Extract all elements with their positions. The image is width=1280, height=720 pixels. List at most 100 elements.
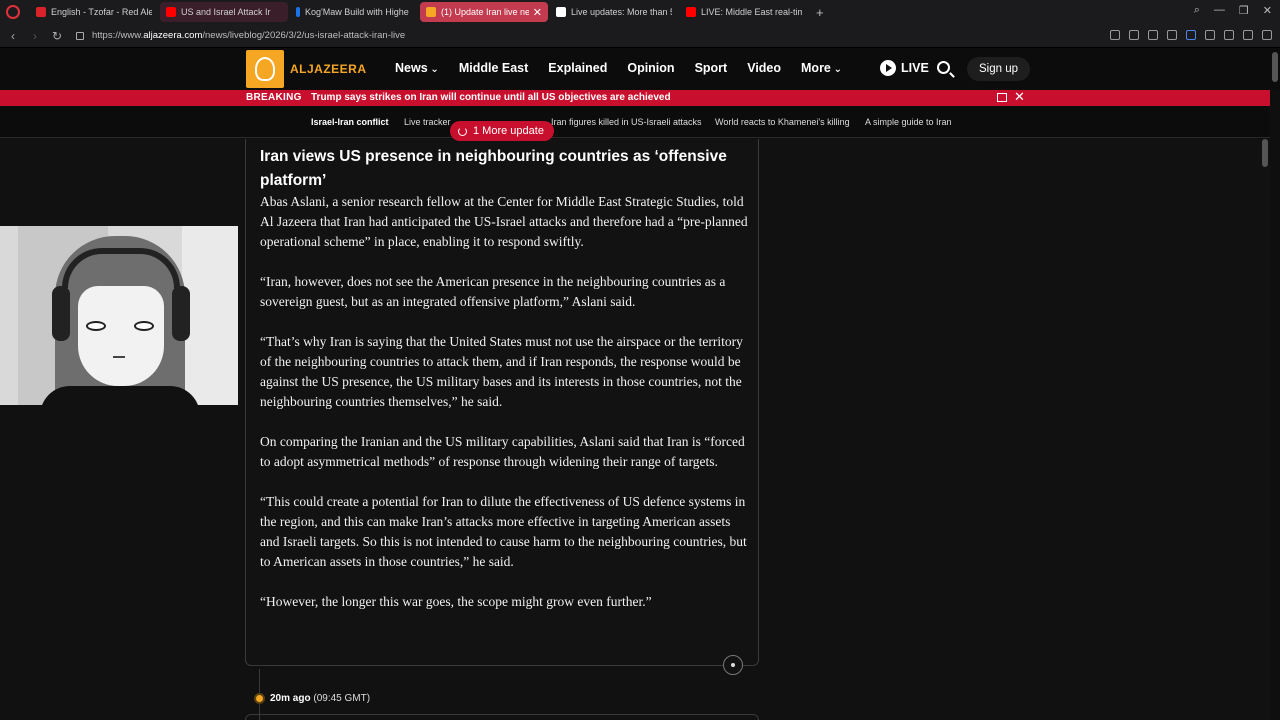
tab-label: English - Tzofar - Red Alert <box>51 7 152 17</box>
new-tab-plus-icon[interactable]: + <box>816 5 824 20</box>
headphone-left <box>52 286 70 341</box>
kogmaw-favicon-icon <box>296 7 300 17</box>
more-update-label: 1 More update <box>473 125 544 137</box>
header-scrollbar[interactable] <box>1272 52 1278 82</box>
ap-favicon-icon <box>556 7 566 17</box>
window-controls: ⌕ — ❐ ✕ <box>1194 4 1272 17</box>
post-body: Abas Aslani, a senior research fellow at… <box>260 192 748 632</box>
minimize-icon[interactable]: — <box>1214 4 1225 17</box>
close-icon[interactable]: ✕ <box>1014 90 1025 104</box>
share-button[interactable] <box>723 655 743 675</box>
nav-more[interactable]: More ⌄ <box>801 61 842 75</box>
nav-middle-east[interactable]: Middle East <box>459 61 528 75</box>
breaking-label: BREAKING <box>246 92 302 103</box>
music-icon[interactable] <box>1186 30 1196 40</box>
topic-link-live-tracker[interactable]: Live tracker <box>404 117 451 127</box>
url-prefix: https://www. <box>92 30 144 41</box>
topic-link-figures-killed[interactable]: Iran figures killed in US-Israeli attack… <box>551 117 702 127</box>
opera-logo-icon[interactable] <box>6 5 20 19</box>
post-paragraph: “However, the longer this war goes, the … <box>260 594 652 609</box>
topic-link-world-reacts[interactable]: World reacts to Khamenei's killing <box>715 117 850 127</box>
logo-text[interactable]: ALJAZEERA <box>290 62 367 76</box>
tab-ap-live[interactable]: Live updates: More than 5 <box>550 2 678 22</box>
time-ago: 20m ago <box>270 693 311 704</box>
breaking-bar: BREAKING Trump says strikes on Iran will… <box>0 90 1270 106</box>
post-paragraph: Abas Aslani, a senior research fellow at… <box>260 194 748 249</box>
post-headline: Iran views US presence in neighbouring c… <box>260 148 727 189</box>
nav-video[interactable]: Video <box>747 61 781 75</box>
breaking-headline[interactable]: Trump says strikes on Iran will continue… <box>311 92 671 103</box>
tab-youtube-attack[interactable]: US and Israel Attack Ir <box>160 2 288 22</box>
avatar-eye-left <box>86 321 106 331</box>
logo-glyph <box>255 57 275 81</box>
timeline-dot <box>254 693 265 704</box>
shield-icon[interactable] <box>1129 30 1139 40</box>
share-icon <box>731 663 735 667</box>
tab-middle-east-live[interactable]: LIVE: Middle East real-time <box>680 2 808 22</box>
avatar-body <box>40 386 200 405</box>
back-icon[interactable]: ‹ <box>4 29 22 43</box>
url-field[interactable]: https://www.aljazeera.com/news/liveblog/… <box>92 30 405 41</box>
nav-explained[interactable]: Explained <box>548 61 607 75</box>
close-window-icon[interactable]: ✕ <box>1263 4 1272 17</box>
page-scrollbar[interactable] <box>1262 139 1268 167</box>
tab-label: Live updates: More than 5 <box>571 7 672 17</box>
reload-icon[interactable]: ↻ <box>48 29 66 43</box>
youtube-favicon-icon <box>166 7 176 17</box>
post-paragraph: “Iran, however, does not see the America… <box>260 274 726 309</box>
headphone-band <box>62 248 180 288</box>
forward-icon[interactable]: › <box>26 29 44 43</box>
search-icon[interactable] <box>937 61 950 74</box>
nav-news[interactable]: News ⌄ <box>395 61 439 75</box>
tab-label: US and Israel Attack Ir <box>181 7 271 17</box>
topic-link-guide[interactable]: A simple guide to Iran <box>865 117 952 127</box>
post-paragraph: “This could create a potential for Iran … <box>260 494 747 569</box>
live-label: LIVE <box>901 61 929 75</box>
headphone-right <box>172 286 190 341</box>
nav-opinion[interactable]: Opinion <box>627 61 674 75</box>
topic-title[interactable]: Israel-Iran conflict <box>311 117 389 127</box>
chevron-down-icon: ⌄ <box>830 64 843 75</box>
heart-icon[interactable] <box>1167 30 1177 40</box>
tab-aljazeera-active[interactable]: (1) Update Iran live new ✕ <box>420 2 548 22</box>
live-button[interactable]: LIVE <box>880 60 929 76</box>
aljazeera-favicon-icon <box>426 7 436 17</box>
download-icon[interactable] <box>1243 30 1253 40</box>
lock-icon <box>76 31 84 40</box>
signup-button[interactable]: Sign up <box>967 57 1031 81</box>
tab-kogmaw[interactable]: Kog'Maw Build with Highe <box>290 2 418 22</box>
url-domain: aljazeera.com <box>143 30 203 41</box>
restore-icon[interactable]: ❐ <box>1239 4 1249 17</box>
topic-bar: Israel-Iran conflict Live tracker Iran f… <box>0 106 1270 138</box>
site-header: ALJAZEERA News ⌄ Middle East Explained O… <box>0 48 1280 90</box>
play-icon[interactable] <box>1148 30 1158 40</box>
nav-sport[interactable]: Sport <box>695 61 728 75</box>
tab-label: Kog'Maw Build with Highe <box>305 7 409 17</box>
menu-icon[interactable] <box>1262 30 1272 40</box>
youtube-favicon-icon <box>686 7 696 17</box>
refresh-icon <box>458 126 467 136</box>
cube-icon[interactable] <box>1205 30 1215 40</box>
post-timestamp: 20m ago (09:45 GMT) <box>270 693 370 704</box>
browser-tab-bar: English - Tzofar - Red Alert US and Isra… <box>0 0 1280 24</box>
tzofar-favicon-icon <box>36 7 46 17</box>
profile-icon[interactable] <box>1224 30 1234 40</box>
url-path: /news/liveblog/2026/3/2/us-israel-attack… <box>202 30 406 41</box>
avatar-eye-right <box>134 321 154 331</box>
more-update-button[interactable]: 1 More update <box>450 121 554 141</box>
tab-tzofar[interactable]: English - Tzofar - Red Alert <box>30 2 158 22</box>
post-paragraph: “That’s why Iran is saying that the Unit… <box>260 334 743 409</box>
post-paragraph: On comparing the Iranian and the US mili… <box>260 434 745 469</box>
expand-icon[interactable] <box>997 93 1007 102</box>
extension-icons <box>1110 30 1272 40</box>
close-tab-icon[interactable]: ✕ <box>533 6 542 19</box>
main-nav: News ⌄ Middle East Explained Opinion Spo… <box>395 61 862 75</box>
time-gmt: (09:45 GMT) <box>313 693 371 704</box>
background-wall <box>182 226 238 405</box>
aljazeera-logo-icon[interactable] <box>246 50 284 88</box>
address-bar: ‹ › ↻ https://www.aljazeera.com/news/liv… <box>0 24 1280 48</box>
snapshot-icon[interactable] <box>1110 30 1120 40</box>
search-tabs-icon[interactable]: ⌕ <box>1194 4 1200 17</box>
avatar-mouth <box>113 356 125 358</box>
play-icon <box>880 60 896 76</box>
